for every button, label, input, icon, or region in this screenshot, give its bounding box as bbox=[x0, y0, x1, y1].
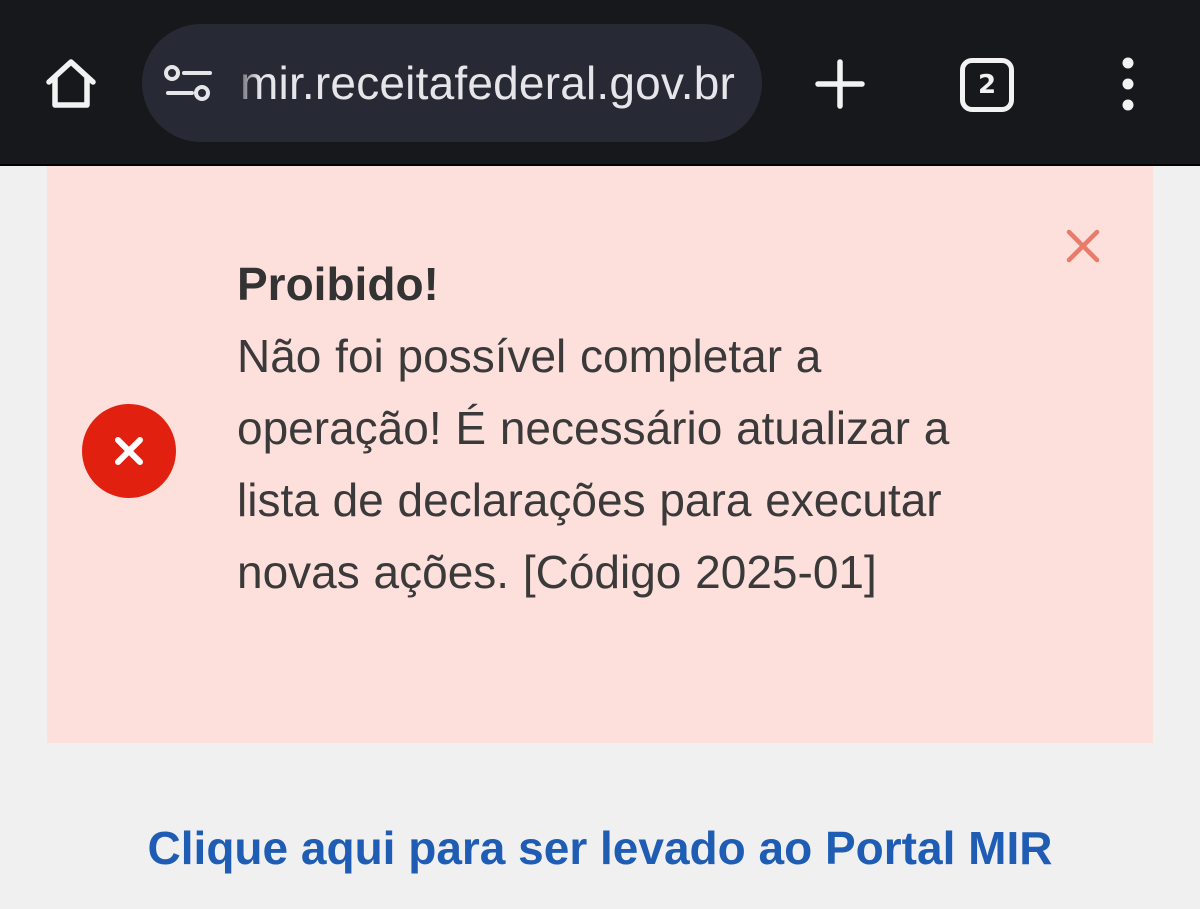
home-icon bbox=[46, 59, 96, 108]
site-settings-icon[interactable] bbox=[162, 62, 218, 106]
error-alert: Proibido! Não foi possível completar a o… bbox=[47, 166, 1153, 743]
error-x-icon bbox=[82, 404, 176, 498]
tab-count: 2 bbox=[977, 70, 997, 100]
portal-mir-link[interactable]: Clique aqui para ser levado ao Portal MI… bbox=[0, 812, 1200, 884]
new-tab-button[interactable] bbox=[808, 52, 872, 116]
alert-message: Não foi possível completar a operação! É… bbox=[237, 330, 950, 598]
alert-title: Proibido! bbox=[237, 258, 439, 310]
url-fade bbox=[228, 34, 260, 132]
url-text[interactable]: mir.receitafederal.gov.br bbox=[240, 24, 735, 142]
menu-button[interactable] bbox=[1106, 52, 1150, 116]
tab-switcher-button[interactable]: 2 bbox=[960, 58, 1014, 112]
more-vertical-icon bbox=[1122, 57, 1134, 111]
close-icon[interactable] bbox=[1063, 226, 1103, 266]
home-button[interactable] bbox=[38, 50, 104, 116]
alert-text: Proibido! Não foi possível completar a o… bbox=[237, 248, 997, 608]
plus-icon bbox=[815, 59, 865, 109]
browser-toolbar: mir.receitafederal.gov.br 2 bbox=[0, 0, 1200, 166]
address-bar[interactable]: mir.receitafederal.gov.br bbox=[142, 24, 762, 142]
